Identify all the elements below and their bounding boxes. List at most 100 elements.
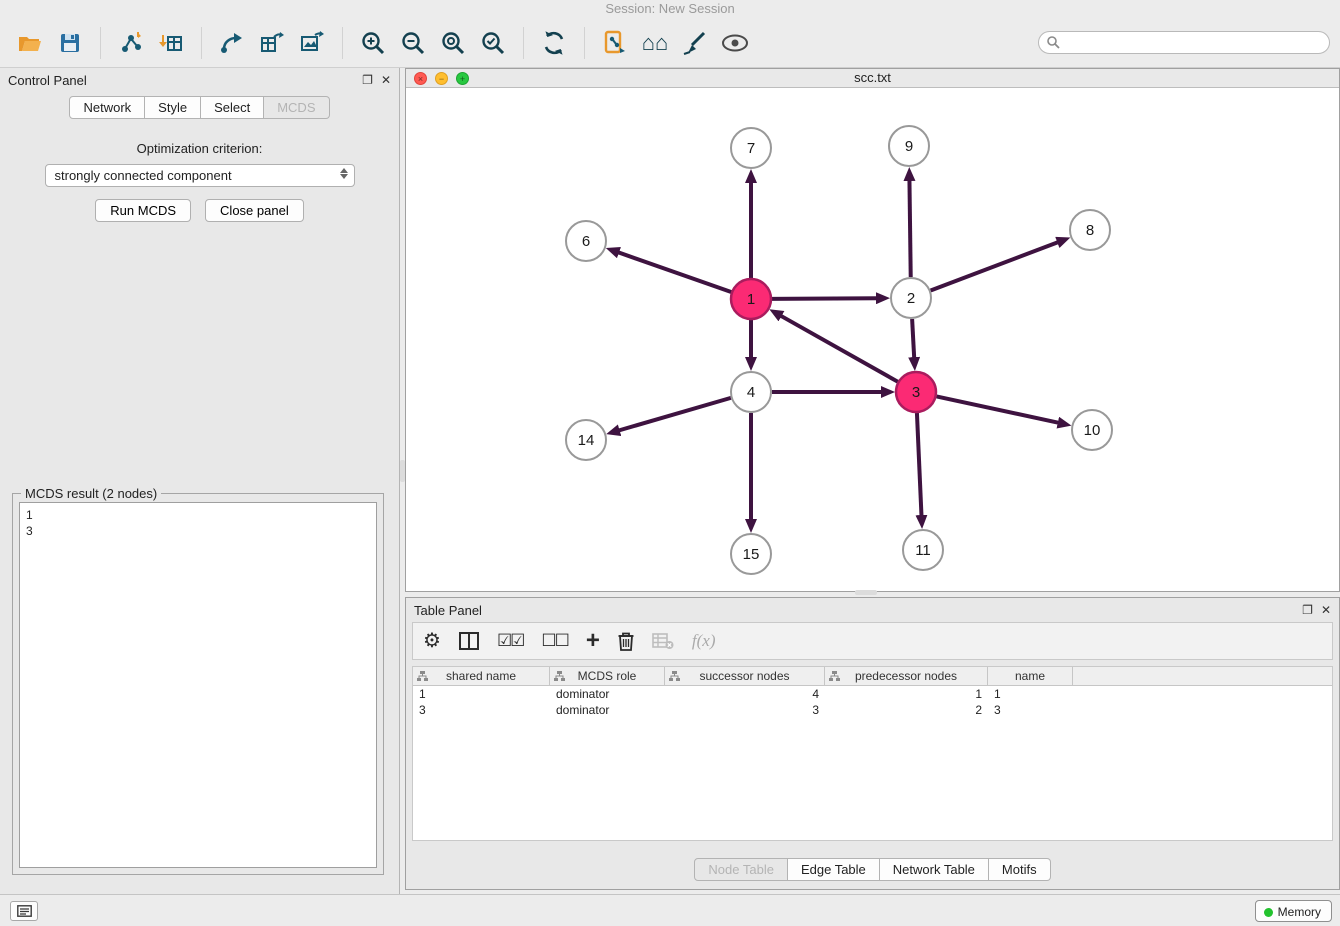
delete-column-trash-icon[interactable]: [618, 632, 634, 651]
import-network-icon: [119, 31, 143, 55]
vertical-splitter-handle[interactable]: [400, 460, 405, 482]
graph-edge-4-14[interactable]: [619, 398, 731, 431]
export-network-button[interactable]: [212, 24, 252, 62]
graph-node-label: 3: [912, 384, 920, 401]
memory-status-dot-icon: [1264, 908, 1273, 917]
graph-edge-2-8[interactable]: [931, 242, 1059, 290]
tab-select[interactable]: Select: [201, 96, 264, 119]
graph-node-10[interactable]: 10: [1072, 410, 1112, 450]
paint-brush-icon: [682, 30, 708, 56]
refresh-layout-button[interactable]: [534, 24, 574, 62]
minimize-window-button[interactable]: −: [435, 72, 448, 85]
column-header-shared-name[interactable]: shared name: [413, 667, 550, 685]
graph-node-11[interactable]: 11: [903, 530, 943, 570]
table-row[interactable]: 1 dominator 4 1 1: [413, 686, 1332, 702]
zoom-in-button[interactable]: [353, 24, 393, 62]
zoom-window-button[interactable]: +: [456, 72, 469, 85]
table-row[interactable]: 3 dominator 3 2 3: [413, 702, 1332, 718]
task-history-button[interactable]: [10, 901, 38, 921]
node-table: shared name MCDS role successor nodes pr…: [412, 666, 1333, 841]
close-panel-icon[interactable]: ✕: [381, 73, 391, 87]
horizontal-splitter-handle[interactable]: [855, 590, 877, 595]
node-table-header: shared name MCDS role successor nodes pr…: [413, 667, 1332, 686]
graph-node-label: 1: [747, 291, 755, 308]
graph-edge-3-11[interactable]: [917, 413, 922, 516]
graph-edge-2-3[interactable]: [912, 319, 914, 358]
graph-node-6[interactable]: 6: [566, 221, 606, 261]
search-box: [1038, 31, 1330, 54]
eye-icon: [721, 33, 749, 53]
graph-node-7[interactable]: 7: [731, 128, 771, 168]
result-item[interactable]: 1: [26, 507, 370, 523]
export-table-button[interactable]: [252, 24, 292, 62]
graph-edge-1-6[interactable]: [618, 252, 731, 292]
column-header-name[interactable]: name: [988, 667, 1073, 685]
mcds-result-list[interactable]: 1 3: [19, 502, 377, 868]
network-overview-button[interactable]: ⌂⌂: [635, 24, 675, 62]
tab-network[interactable]: Network: [69, 96, 145, 119]
clone-network-icon: [602, 30, 628, 56]
graph-node-4[interactable]: 4: [731, 372, 771, 412]
column-header-predecessor-nodes[interactable]: predecessor nodes: [825, 667, 988, 685]
graph-node-1[interactable]: 1: [731, 279, 771, 319]
open-folder-icon: [17, 32, 43, 54]
optimization-criterion-select[interactable]: strongly connected component: [45, 164, 355, 187]
import-table-file-button[interactable]: [151, 24, 191, 62]
search-input[interactable]: [1038, 31, 1330, 54]
graph-node-3[interactable]: 3: [896, 372, 936, 412]
zoom-fit-button[interactable]: [433, 24, 473, 62]
network-window-title: scc.txt: [406, 69, 1339, 87]
mcds-result-group: MCDS result (2 nodes) 1 3: [12, 493, 384, 875]
graph-node-2[interactable]: 2: [891, 278, 931, 318]
network-canvas[interactable]: 7 9 6 8 1 2 4 3 14 10 15 11: [406, 88, 1339, 591]
table-panel-tabs: Node Table Edge Table Network Table Moti…: [694, 858, 1050, 881]
column-header-mcds-role[interactable]: MCDS role: [550, 667, 665, 685]
tab-node-table[interactable]: Node Table: [694, 858, 788, 881]
close-panel-button[interactable]: Close panel: [205, 199, 304, 222]
tab-network-table[interactable]: Network Table: [880, 858, 989, 881]
graph-node-label: 6: [582, 233, 590, 250]
control-panel: Control Panel ❐ ✕ Network Style Select M…: [0, 68, 400, 894]
network-window-titlebar[interactable]: × − + scc.txt: [406, 69, 1339, 88]
select-all-icon[interactable]: ☑☑: [497, 631, 523, 651]
export-network-icon: [220, 31, 244, 55]
add-column-icon[interactable]: +: [586, 632, 600, 650]
paint-style-button[interactable]: [675, 24, 715, 62]
column-header-successor-nodes[interactable]: successor nodes: [665, 667, 825, 685]
save-session-button[interactable]: [50, 24, 90, 62]
tab-edge-table[interactable]: Edge Table: [788, 858, 880, 881]
float-table-panel-icon[interactable]: ❐: [1302, 603, 1313, 617]
graph-node-8[interactable]: 8: [1070, 210, 1110, 250]
tab-motifs[interactable]: Motifs: [989, 858, 1051, 881]
memory-button[interactable]: Memory: [1255, 900, 1332, 922]
open-session-button[interactable]: [10, 24, 50, 62]
graph-edge-3-10[interactable]: [937, 396, 1059, 422]
graph-node-9[interactable]: 9: [889, 126, 929, 166]
import-network-file-button[interactable]: [111, 24, 151, 62]
close-table-panel-icon[interactable]: ✕: [1321, 603, 1331, 617]
clone-network-button[interactable]: [595, 24, 635, 62]
zoom-selected-button[interactable]: [473, 24, 513, 62]
tab-style[interactable]: Style: [145, 96, 201, 119]
show-columns-icon[interactable]: [459, 632, 479, 650]
graph-node-label: 11: [915, 542, 931, 559]
graph-edge-1-2[interactable]: [772, 298, 877, 299]
table-settings-gear-icon[interactable]: ⚙: [423, 631, 441, 651]
close-window-button[interactable]: ×: [414, 72, 427, 85]
run-mcds-button[interactable]: Run MCDS: [95, 199, 191, 222]
graph-node-14[interactable]: 14: [566, 420, 606, 460]
zoom-out-button[interactable]: [393, 24, 433, 62]
graph-node-label: 10: [1084, 422, 1101, 439]
tab-mcds[interactable]: MCDS: [264, 96, 329, 119]
mcds-result-title: MCDS result (2 nodes): [21, 486, 161, 501]
result-item[interactable]: 3: [26, 523, 370, 539]
deselect-all-icon[interactable]: ☐☐: [541, 631, 567, 651]
graph-node-15[interactable]: 15: [731, 534, 771, 574]
graph-edge-3-1[interactable]: [781, 316, 898, 382]
dropdown-arrows-icon: [340, 168, 348, 179]
export-image-button[interactable]: [292, 24, 332, 62]
float-panel-icon[interactable]: ❐: [362, 73, 373, 87]
graph-edge-2-9[interactable]: [909, 180, 910, 277]
show-graphics-details-button[interactable]: [715, 24, 755, 62]
table-panel: Table Panel ❐ ✕ ⚙ ☑☑ ☐☐ + f(x): [405, 597, 1340, 890]
